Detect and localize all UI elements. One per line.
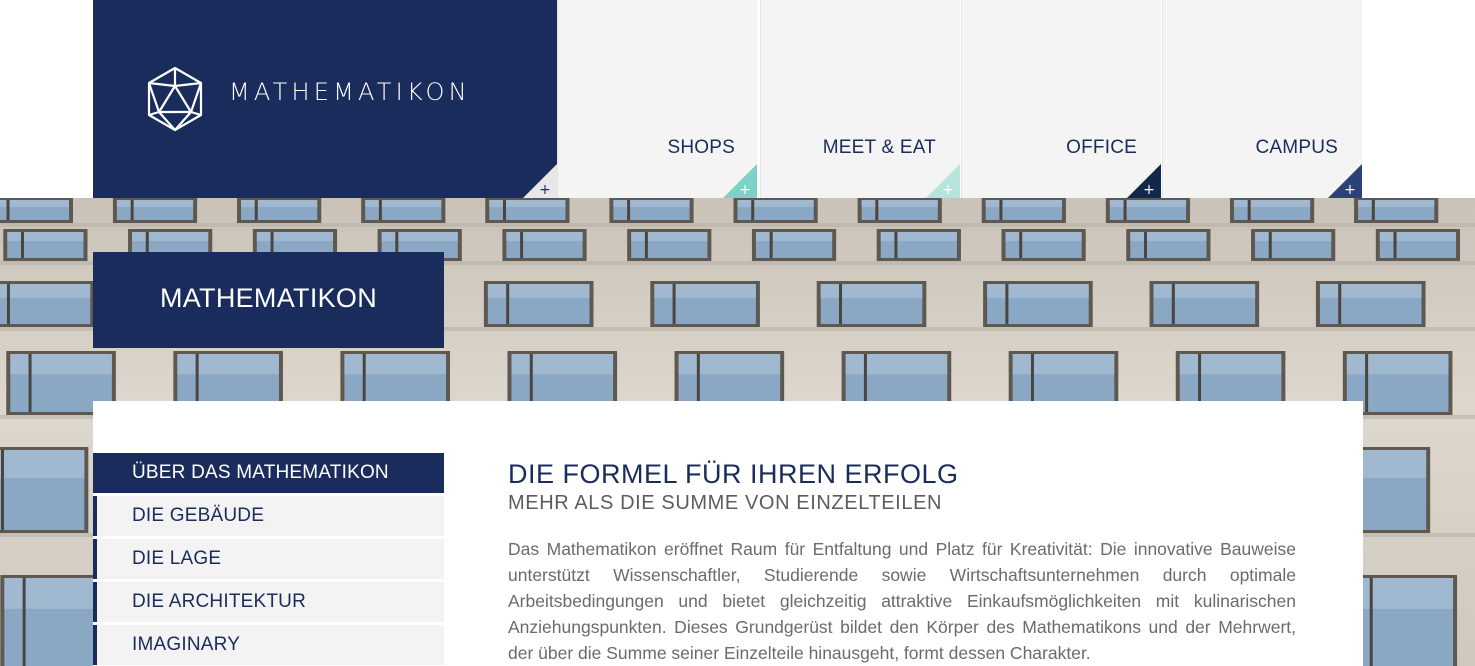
subnav-item-die-lage[interactable]: DIE LAGE xyxy=(93,539,444,579)
svg-text:+: + xyxy=(942,182,954,198)
nav-campus-label: CAMPUS xyxy=(1255,137,1338,158)
nav-campus[interactable]: CAMPUS + xyxy=(1162,0,1362,198)
svg-text:+: + xyxy=(739,182,751,198)
article-heading: DIE FORMEL FÜR IHREN ERFOLG xyxy=(508,459,959,489)
content-card: ÜBER DAS MATHEMATIKON DIE GEBÄUDE DIE LA… xyxy=(93,401,1363,666)
svg-text:+: + xyxy=(539,182,551,198)
plus-icon: + xyxy=(1127,164,1161,198)
subnav-item-imaginary[interactable]: IMAGINARY xyxy=(93,625,444,665)
subnav-item-ueber-das-mathematikon[interactable]: ÜBER DAS MATHEMATIKON xyxy=(93,453,444,493)
article-body: Das Mathematikon eröffnet Raum für Entfa… xyxy=(508,539,1296,663)
sub-navigation: ÜBER DAS MATHEMATIKON DIE GEBÄUDE DIE LA… xyxy=(93,453,444,666)
icosahedron-icon xyxy=(147,66,203,132)
nav-shops[interactable]: SHOPS + xyxy=(557,0,757,198)
subnav-item-label: DIE GEBÄUDE xyxy=(132,505,265,526)
nav-shops-label: SHOPS xyxy=(667,137,735,158)
logo-wordmark: MATHEMATIKON xyxy=(229,78,471,106)
plus-icon: + xyxy=(523,164,557,198)
plus-icon: + xyxy=(926,164,960,198)
subnav-item-label: DIE ARCHITEKTUR xyxy=(132,591,307,612)
site-header: MATHEMATIKON + SHOPS + MEET & EAT + OFFI… xyxy=(0,0,1475,198)
logo-home-link[interactable]: MATHEMATIKON + xyxy=(93,0,557,198)
plus-icon: + xyxy=(1328,164,1362,198)
nav-office-label: OFFICE xyxy=(1066,137,1137,158)
nav-meet-eat-label: MEET & EAT xyxy=(822,137,936,158)
page-title-tile: MATHEMATIKON xyxy=(93,252,444,348)
subnav-item-label: DIE LAGE xyxy=(132,548,222,569)
subnav-item-label: ÜBER DAS MATHEMATIKON xyxy=(132,462,389,483)
svg-text:+: + xyxy=(1344,182,1356,198)
subnav-item-die-gebaeude[interactable]: DIE GEBÄUDE xyxy=(93,496,444,536)
article: DIE FORMEL FÜR IHREN ERFOLG MEHR ALS DIE… xyxy=(508,457,1296,666)
page-title: MATHEMATIKON xyxy=(159,283,378,313)
nav-office[interactable]: OFFICE + xyxy=(961,0,1161,198)
subnav-item-label: IMAGINARY xyxy=(132,634,241,655)
article-subheading: MEHR ALS DIE SUMME VON EINZELTEILEN xyxy=(508,492,943,514)
svg-text:+: + xyxy=(1143,182,1155,198)
nav-meet-eat[interactable]: MEET & EAT + xyxy=(760,0,960,198)
plus-icon: + xyxy=(723,164,757,198)
subnav-item-die-architektur[interactable]: DIE ARCHITEKTUR xyxy=(93,582,444,622)
